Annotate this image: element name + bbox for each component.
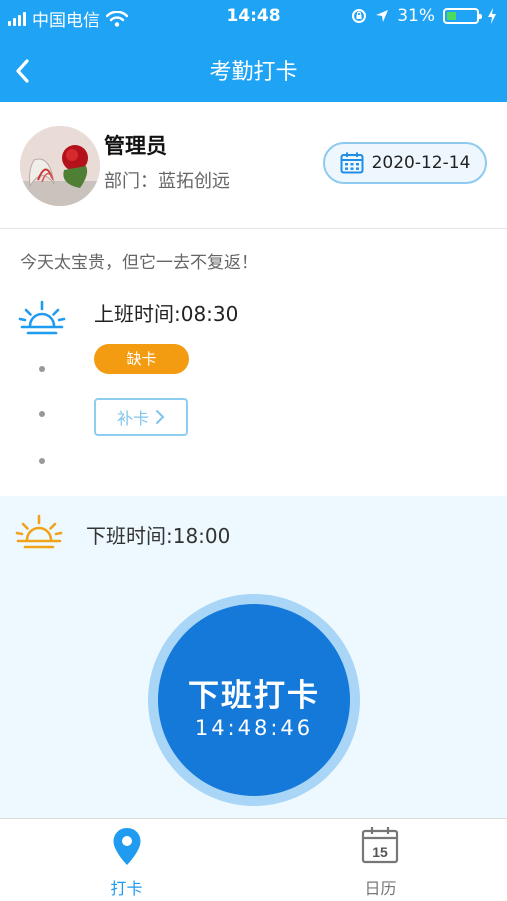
date-selector[interactable]: 2020-12-14 [323, 142, 487, 184]
sunrise-icon [18, 300, 66, 335]
tab-bar: 打卡 15 日历 [0, 818, 507, 901]
status-right: 31% [351, 6, 497, 26]
calendar-day-number: 15 [372, 844, 388, 860]
calendar-icon [340, 152, 364, 174]
sunset-icon [15, 514, 63, 549]
nav-bar: 考勤打卡 [0, 40, 507, 102]
missing-punch-badge: 缺卡 [94, 344, 189, 374]
avatar[interactable] [20, 126, 100, 206]
tab-calendar[interactable]: 15 日历 [254, 819, 507, 901]
chevron-right-icon [156, 410, 165, 424]
punch-button-title: 下班打卡 [188, 678, 320, 714]
timeline-dot [39, 366, 45, 372]
timeline-dot [39, 411, 45, 417]
location-arrow-icon [376, 10, 389, 22]
motto-text: 今天太宝贵，但它一去不复返！ [20, 253, 258, 273]
user-department: 部门：蓝拓创远 [104, 171, 230, 192]
page-title: 考勤打卡 [209, 60, 298, 85]
charging-icon [488, 8, 496, 24]
top-bar: 中国电信 14:48 31% 考勤打卡 [0, 0, 507, 102]
orientation-lock-icon [352, 9, 367, 23]
user-name: 管理员 [104, 134, 167, 158]
offduty-time-label: 下班时间:18:00 [86, 524, 231, 548]
location-pin-icon [113, 828, 141, 865]
makeup-punch-label: 补卡 [116, 409, 149, 428]
avatar-image [20, 126, 100, 206]
onduty-time-label: 上班时间:08:30 [94, 302, 239, 326]
selected-date: 2020-12-14 [371, 153, 471, 173]
calendar-icon: 15 [361, 827, 399, 864]
tab-punch-label: 打卡 [110, 879, 143, 898]
timeline-dot [39, 458, 45, 464]
status-bar: 中国电信 14:48 31% [0, 0, 507, 36]
makeup-punch-button[interactable]: 补卡 [94, 398, 188, 436]
tab-punch[interactable]: 打卡 [0, 819, 253, 901]
battery-icon [443, 8, 482, 24]
profile-card: 管理员 部门：蓝拓创远 2020-12-14 [0, 102, 507, 229]
battery-percent: 31% [397, 6, 435, 26]
punch-out-button[interactable]: 下班打卡 14:48:46 [158, 604, 350, 796]
tab-calendar-label: 日历 [364, 879, 397, 898]
punch-clock: 14:48:46 [194, 716, 314, 740]
